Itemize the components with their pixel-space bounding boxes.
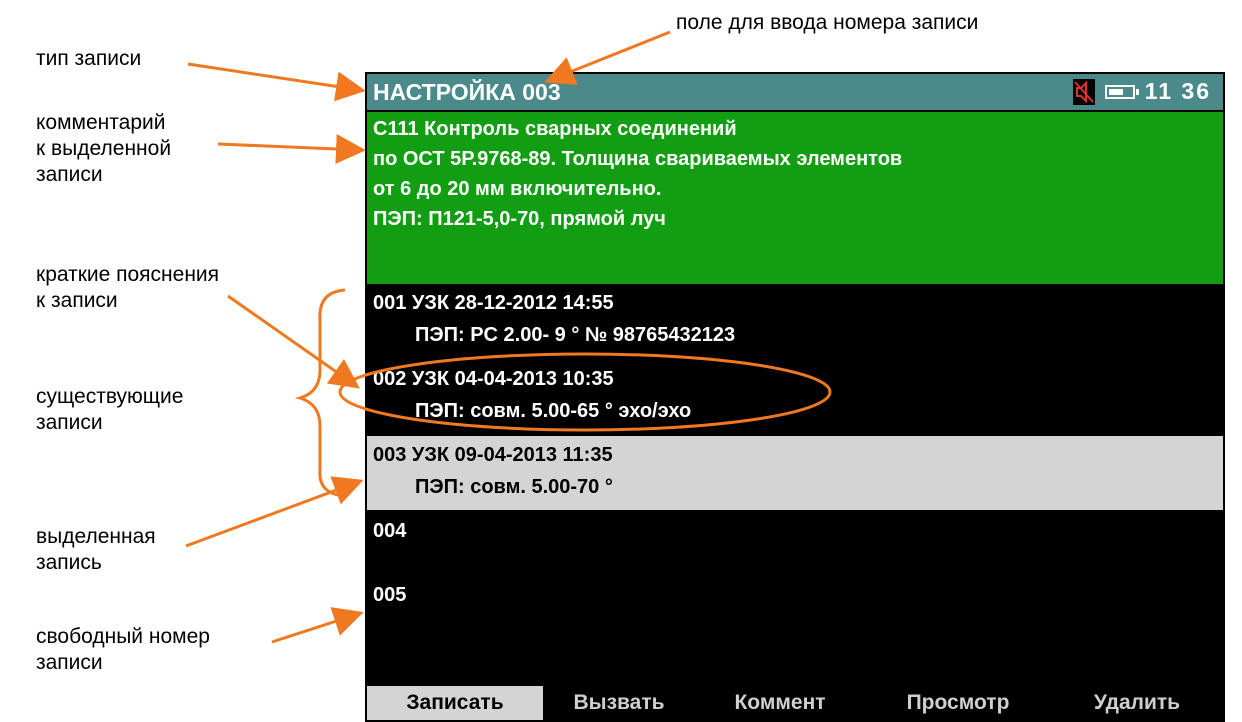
arrow-comment	[217, 134, 366, 164]
highlight-ellipse	[338, 352, 832, 432]
annotation-arrows	[185, 30, 832, 644]
arrow-record-number	[544, 30, 671, 86]
existing-records-brace	[294, 288, 346, 498]
arrow-record-type	[187, 62, 366, 102]
arrow-free-number	[271, 607, 364, 644]
arrow-short-notes	[227, 294, 360, 389]
